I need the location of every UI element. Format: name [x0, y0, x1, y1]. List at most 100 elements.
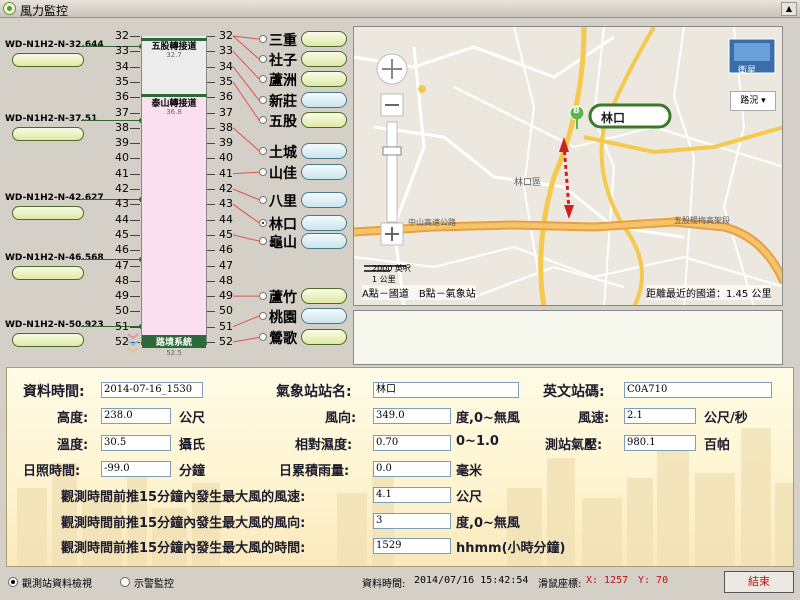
- station-name[interactable]: 蘆洲: [269, 70, 297, 90]
- station-value-box[interactable]: [301, 233, 347, 250]
- humidity-label: 相對濕度:: [295, 438, 353, 453]
- max-time-field[interactable]: 1529: [373, 538, 451, 554]
- map-callout[interactable]: 林口: [601, 109, 625, 126]
- map-label-expressway1: 中山高速公路: [408, 218, 456, 227]
- pressure-field[interactable]: 980.1: [624, 435, 696, 451]
- station-name[interactable]: 龜山: [269, 232, 297, 252]
- station-radio[interactable]: [259, 146, 267, 155]
- max-dir-field[interactable]: 3: [373, 513, 451, 529]
- station-value-box[interactable]: [301, 164, 347, 181]
- mode-radio-alert[interactable]: [120, 577, 130, 587]
- rain-label: 日累積雨量:: [279, 464, 350, 479]
- station-link-line: [232, 336, 260, 343]
- status-time-label: 資料時間:: [362, 579, 406, 590]
- data-time-field[interactable]: 2014-07-16_1530: [101, 382, 203, 398]
- station-value-box[interactable]: [301, 70, 347, 87]
- station-value-box[interactable]: [301, 329, 347, 346]
- wind-speed-label: 風速:: [578, 411, 610, 426]
- station-name[interactable]: 八里: [269, 191, 297, 211]
- station-radio[interactable]: [259, 311, 267, 320]
- mode-alert-label[interactable]: 示警監控: [134, 575, 174, 590]
- station-name-label: 氣象站站名:: [276, 384, 352, 400]
- station-value-box[interactable]: [301, 31, 347, 48]
- max-speed-label: 觀測時間前推15分鐘內發生最大風的風速:: [61, 490, 306, 505]
- map-view[interactable]: 林口 B 衛星 路況 ▾ 2000 英呎 1 公里 中山高速公路 五股楊梅高架段…: [353, 26, 783, 306]
- window-control-button[interactable]: ▲: [781, 2, 797, 16]
- height-field[interactable]: 238.0: [101, 408, 171, 424]
- wind-dir-field[interactable]: 349.0: [373, 408, 451, 424]
- station-radio[interactable]: [259, 218, 267, 227]
- station-detail-panel: 資料時間: 2014-07-16_1530 氣象站站名: 林口 英文站碼: C0…: [6, 367, 794, 567]
- map-layer-satellite[interactable]: 衛星: [738, 63, 756, 76]
- mode-radio-view[interactable]: [8, 577, 18, 587]
- eng-code-label: 英文站碼:: [543, 384, 605, 400]
- station-name[interactable]: 蘆竹: [269, 287, 297, 307]
- app-icon: [3, 2, 16, 15]
- map-layer-road[interactable]: 路況 ▾: [730, 91, 776, 111]
- rain-unit: 毫米: [456, 464, 483, 479]
- station-link-line: [232, 81, 260, 121]
- station-radio[interactable]: [259, 237, 267, 246]
- window-title: 風力監控: [20, 4, 69, 18]
- rain-field[interactable]: 0.0: [373, 461, 451, 477]
- station-link-line: [232, 35, 260, 40]
- map-layer-road-label: 路況: [740, 96, 759, 106]
- mouse-y: Y: 70: [638, 575, 669, 586]
- station-link-line: [232, 66, 260, 101]
- wind-speed-field[interactable]: 2.1: [624, 408, 696, 424]
- map-distance: 距離最近的國道：1.45 公里: [646, 285, 772, 300]
- station-name[interactable]: 林口: [269, 214, 297, 234]
- end-button[interactable]: 結束: [724, 571, 794, 593]
- station-value-box[interactable]: [301, 92, 347, 109]
- station-name[interactable]: 山佳: [269, 163, 297, 183]
- station-link-line: [232, 203, 260, 224]
- station-radio[interactable]: [259, 74, 267, 83]
- sunshine-field[interactable]: -99.0: [101, 461, 171, 477]
- highway-diagram-panel: WD-N1H2-N-32.644 WD-N1H2-N-37.51 WD-N1H2-N…: [3, 26, 348, 364]
- height-label: 高度:: [57, 411, 89, 426]
- station-name[interactable]: 桃園: [269, 307, 297, 327]
- station-value-box[interactable]: [301, 288, 347, 305]
- station-radio[interactable]: [259, 54, 267, 63]
- station-value-box[interactable]: [301, 50, 347, 67]
- station-name[interactable]: 五股: [269, 111, 297, 131]
- data-time-label: 資料時間:: [23, 384, 85, 400]
- max-dir-unit: 度,0~無風: [456, 516, 520, 531]
- max-time-unit: hhmm(小時分鐘): [456, 541, 566, 556]
- wind-dir-unit: 度,0~無風: [456, 411, 520, 426]
- max-dir-label: 觀測時間前推15分鐘內發生最大風的風向:: [61, 516, 306, 531]
- station-value-box[interactable]: [301, 214, 347, 231]
- eng-code-field[interactable]: C0A710: [624, 382, 772, 398]
- station-name[interactable]: 社子: [269, 50, 297, 70]
- sunshine-label: 日照時間:: [23, 464, 81, 479]
- temp-field[interactable]: 30.5: [101, 435, 171, 451]
- station-value-box[interactable]: [301, 307, 347, 324]
- temp-unit: 攝氏: [179, 438, 206, 453]
- temp-label: 溫度:: [57, 438, 89, 453]
- station-link-line: [232, 127, 260, 152]
- station-radio[interactable]: [259, 35, 267, 44]
- station-value-box[interactable]: [301, 112, 347, 129]
- station-name[interactable]: 土城: [269, 142, 297, 162]
- max-speed-unit: 公尺: [456, 490, 483, 505]
- station-radio[interactable]: [259, 195, 267, 204]
- map-scale-upper: 2000 英呎: [372, 264, 411, 273]
- humidity-field[interactable]: 0.70: [373, 435, 451, 451]
- map-marker-b[interactable]: B: [573, 106, 580, 116]
- status-time-value: 2014/07/16 15:42:54: [414, 575, 529, 586]
- mode-view-label[interactable]: 觀測站資料檢視: [22, 575, 92, 590]
- station-name[interactable]: 三重: [269, 30, 297, 50]
- map-legend: A點－國道 B點－氣象站: [362, 285, 476, 300]
- station-value-box[interactable]: [301, 142, 347, 159]
- station-link-line: [232, 171, 260, 175]
- station-link-line: [232, 188, 260, 201]
- station-name[interactable]: 新莊: [269, 91, 297, 111]
- station-link-line: [232, 234, 260, 242]
- station-name[interactable]: 鶯歌: [269, 328, 297, 348]
- map-label-district: 林口區: [514, 178, 542, 188]
- station-name-field[interactable]: 林口: [373, 382, 519, 398]
- map-canvas[interactable]: [354, 27, 783, 306]
- height-unit: 公尺: [179, 411, 206, 426]
- max-speed-field[interactable]: 4.1: [373, 487, 451, 503]
- station-value-box[interactable]: [301, 191, 347, 208]
